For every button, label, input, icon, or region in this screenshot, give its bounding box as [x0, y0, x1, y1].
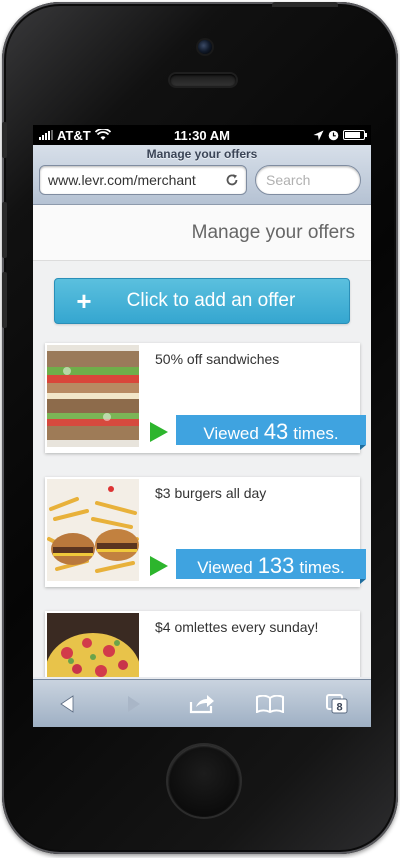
earpiece-speaker	[170, 74, 236, 86]
share-button[interactable]	[182, 686, 222, 722]
views-suffix: times.	[293, 424, 339, 443]
forward-arrow-icon	[128, 695, 141, 712]
browser-page-title: Manage your offers	[146, 147, 258, 161]
offer-card[interactable]: $3 burgers all day Viewed 133 times.	[45, 477, 366, 587]
add-offer-button[interactable]: + Click to add an offer	[54, 278, 350, 324]
add-offer-label: Click to add an offer	[126, 290, 296, 311]
play-icon[interactable]	[149, 555, 169, 577]
bookmarks-icon	[255, 694, 284, 713]
browser-header: Manage your offers www.levr.com/merchant…	[33, 145, 371, 205]
plus-icon: +	[76, 285, 92, 316]
back-arrow-icon	[60, 694, 74, 713]
url-text: www.levr.com/merchant	[48, 172, 196, 188]
reload-icon[interactable]	[224, 172, 240, 188]
signal-icon	[39, 130, 53, 140]
mute-switch[interactable]	[2, 122, 7, 158]
offer-title: $4 omlettes every sunday!	[155, 619, 319, 635]
status-bar: AT&T 11:30 AM	[33, 125, 371, 145]
front-camera	[198, 40, 212, 54]
browser-toolbar: 8	[33, 679, 371, 727]
tabs-button[interactable]: 8	[317, 686, 357, 722]
volume-down-button[interactable]	[2, 272, 7, 328]
search-input[interactable]: Search	[255, 165, 361, 195]
offer-list: 50% off sandwiches Viewed 43 times. $3 b…	[33, 343, 371, 677]
web-page: Manage your offers + Click to add an off…	[33, 205, 371, 677]
views-count: 43	[263, 419, 289, 444]
page-title: Manage your offers	[191, 221, 355, 243]
sandwich-image	[47, 345, 139, 447]
location-icon	[313, 130, 324, 140]
search-placeholder: Search	[266, 172, 311, 188]
volume-up-button[interactable]	[2, 202, 7, 258]
views-banner: Viewed 133 times.	[176, 549, 366, 584]
forward-button[interactable]	[114, 686, 154, 722]
bookmarks-button[interactable]	[250, 686, 290, 722]
alarm-clock-icon	[328, 130, 339, 140]
tabs-count: 8	[337, 701, 343, 713]
views-prefix: Viewed	[203, 424, 259, 443]
play-icon[interactable]	[149, 421, 169, 443]
burgers-image	[47, 479, 139, 581]
omelette-image	[47, 613, 139, 677]
views-count: 133	[257, 553, 295, 578]
tabs-icon: 8	[326, 693, 348, 713]
home-button[interactable]	[168, 745, 240, 817]
views-prefix: Viewed	[197, 558, 253, 577]
offer-card[interactable]: $4 omlettes every sunday!	[45, 611, 360, 677]
screen: AT&T 11:30 AM Manage your offers www.lev…	[33, 125, 371, 727]
wifi-icon	[94, 129, 111, 140]
carrier-label: AT&T	[57, 127, 91, 143]
share-icon	[189, 694, 214, 713]
views-suffix: times.	[299, 558, 345, 577]
offer-title: $3 burgers all day	[155, 485, 267, 501]
battery-icon	[343, 130, 367, 140]
url-field[interactable]: www.levr.com/merchant	[39, 165, 247, 195]
back-button[interactable]	[47, 686, 87, 722]
page-header: Manage your offers	[33, 205, 371, 261]
offer-card[interactable]: 50% off sandwiches Viewed 43 times.	[45, 343, 366, 453]
offer-title: 50% off sandwiches	[155, 351, 280, 367]
views-banner: Viewed 43 times.	[176, 415, 366, 450]
power-button[interactable]	[272, 2, 338, 7]
